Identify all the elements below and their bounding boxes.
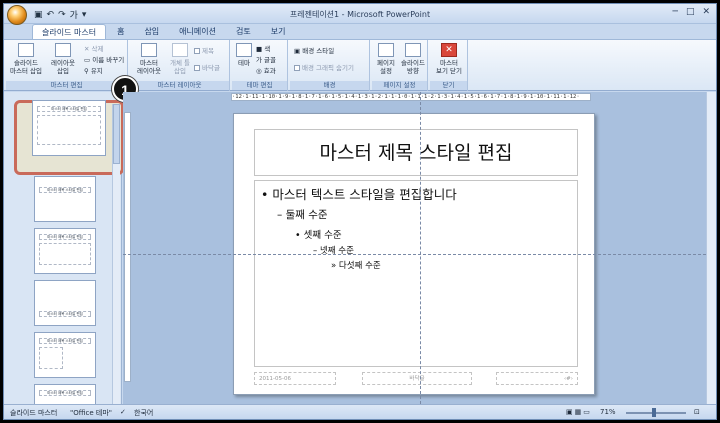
zoom-slider[interactable] <box>626 412 686 414</box>
horizontal-guide[interactable] <box>123 254 716 255</box>
group-label: 마스터 편집 <box>6 81 127 90</box>
ribbon-tabs: 슬라이드 마스터 홈 삽입 애니메이션 검토 보기 <box>32 24 294 40</box>
insert-layout-button[interactable]: 레이아웃 삽입 <box>48 43 78 75</box>
ribbon: 슬라이드 마스터 삽입 레이아웃 삽입 ✕ 삭제 ▭ 이름 바꾸기 ⚲ 유지 마… <box>4 39 716 91</box>
master-layout-button[interactable]: 마스터 레이아웃 <box>134 43 164 75</box>
thumbnail-title: 마스터 제목 스타일 편집 <box>39 338 91 344</box>
horizontal-ruler: ·12·1·11·1·10·1·9·1·8·1·7·1·6·1·5·1·4·1·… <box>231 93 591 101</box>
slide-master-thumbnail[interactable]: 마스터 제목 스타일 편집 <box>32 100 106 156</box>
fit-slide-icon[interactable]: ⊡ <box>694 408 700 416</box>
status-bar: 슬라이드 마스터 "Office 테마" ✓ 한국어 ▣▦▭ 71% ⊡ <box>4 404 716 419</box>
insert-placeholder-button[interactable]: 개체 틀 삽입 <box>166 43 194 75</box>
date-placeholder[interactable]: 2011-05-06 <box>254 372 336 385</box>
editor-scrollbar[interactable] <box>706 92 716 404</box>
page-setup-button[interactable]: 페이지 설정 <box>374 43 398 75</box>
slide-master-icon <box>18 43 34 57</box>
vertical-guide[interactable] <box>420 92 421 404</box>
footer-placeholder[interactable]: 바닥글 <box>362 372 472 385</box>
master-layout-icon <box>141 43 157 57</box>
placeholder-icon <box>172 43 188 57</box>
minimize-icon[interactable]: ─ <box>673 7 678 17</box>
slide-editing-area: ·12·1·11·1·10·1·9·1·8·1·7·1·6·1·5·1·4·1·… <box>123 92 716 404</box>
tab-slide-master[interactable]: 슬라이드 마스터 <box>32 24 107 40</box>
text-level-2: – 둘째 수준 <box>277 209 328 221</box>
layout-thumbnail[interactable]: 마스터 제목 스타일 편집 <box>34 332 96 378</box>
delete-button[interactable]: ✕ 삭제 <box>84 43 103 53</box>
slide-number-placeholder[interactable]: ‹#› <box>496 372 578 385</box>
insert-slide-master-button[interactable]: 슬라이드 마스터 삽입 <box>8 43 44 75</box>
tab-animations[interactable]: 애니메이션 <box>170 24 225 40</box>
thumbnail-scrollbar[interactable] <box>112 104 120 404</box>
group-master-layout: 마스터 레이아웃 개체 틀 삽입 제목 바닥글 마스터 레이아웃 <box>130 40 230 91</box>
language: 한국어 <box>134 409 154 417</box>
scroll-thumb[interactable] <box>113 104 120 164</box>
window-controls: ─ □ ✕ <box>673 7 710 17</box>
title-placeholder[interactable]: 마스터 제목 스타일 편집 <box>254 129 578 176</box>
zoom-slider-handle[interactable] <box>652 408 656 417</box>
group-close: ✕ 마스터 보기 닫기 닫기 <box>430 40 468 91</box>
slide-orientation-button[interactable]: 슬라이드 방향 <box>399 43 427 75</box>
tab-home[interactable]: 홈 <box>108 24 133 40</box>
fonts-button[interactable]: 가 글꼴 <box>256 54 276 64</box>
group-page-setup: 페이지 설정 슬라이드 방향 페이지 설정 <box>372 40 428 91</box>
theme-icon <box>236 43 252 57</box>
footer-checkbox[interactable]: 바닥글 <box>194 62 220 72</box>
rename-button[interactable]: ▭ 이름 바꾸기 <box>84 54 124 64</box>
effects-button[interactable]: ◎ 효과 <box>256 65 276 75</box>
group-background: ▣ 배경 스타일 배경 그래픽 숨기기 배경 <box>290 40 370 91</box>
background-styles-button[interactable]: ▣ 배경 스타일 <box>294 45 334 55</box>
thumbnail-title: 마스터 제목 스타일 편집 <box>39 234 91 240</box>
tab-view[interactable]: 보기 <box>262 24 295 40</box>
thumbnail-body <box>39 243 91 265</box>
thumbnail-body <box>37 115 101 145</box>
view-name: 슬라이드 마스터 <box>10 409 58 417</box>
group-label: 마스터 레이아웃 <box>130 81 229 90</box>
text-level-3: • 셋째 수준 <box>295 230 342 241</box>
vertical-ruler <box>124 112 131 382</box>
powerpoint-window: ▣ ↶ ↷ 가 ▾ 프레젠테이션1 - Microsoft PowerPoint… <box>3 3 717 420</box>
thumbnail-body <box>39 347 63 369</box>
title-bar: ▣ ↶ ↷ 가 ▾ 프레젠테이션1 - Microsoft PowerPoint… <box>4 4 716 25</box>
page-setup-icon <box>378 43 394 57</box>
theme-name: "Office 테마" <box>70 409 112 417</box>
slide-thumbnail-panel: 마스터 제목 스타일 편집 마스터 제목 스타일 편집 마스터 제목 스타일 편… <box>4 92 124 419</box>
thumbnail-title: 마스터 제목 스타일 편집 <box>37 106 101 112</box>
colors-button[interactable]: ■ 색 <box>256 43 270 53</box>
layout-thumbnail[interactable]: 마스터 제목 스타일 편집 <box>34 228 96 274</box>
maximize-icon[interactable]: □ <box>686 7 695 17</box>
group-edit-theme: 테마 ■ 색 가 글꼴 ◎ 효과 테마 편집 <box>232 40 288 91</box>
theme-button[interactable]: 테마 <box>234 43 254 67</box>
body-placeholder[interactable]: • 마스터 텍스트 스타일을 편집합니다 – 둘째 수준 • 셋째 수준 – 넷… <box>254 180 578 367</box>
close-icon[interactable]: ✕ <box>702 7 710 17</box>
zoom-level[interactable]: 71% <box>600 408 616 416</box>
layout-thumbnail[interactable]: 마스터 제목 스타일 편집 <box>34 280 96 326</box>
group-label: 닫기 <box>430 81 467 90</box>
text-level-5: » 다섯째 수준 <box>331 261 381 271</box>
orientation-icon <box>405 43 421 57</box>
tab-review[interactable]: 검토 <box>227 24 260 40</box>
layout-thumbnail[interactable]: 마스터 제목 스타일 편집 <box>34 176 96 222</box>
group-edit-master: 슬라이드 마스터 삽입 레이아웃 삽입 ✕ 삭제 ▭ 이름 바꾸기 ⚲ 유지 마… <box>6 40 128 91</box>
group-label: 배경 <box>290 81 369 90</box>
thumbnail-title: 마스터 제목 스타일 편집 <box>39 187 91 193</box>
spellcheck-icon[interactable]: ✓ <box>120 408 126 416</box>
thumbnail-title: 마스터 제목 스타일 편집 <box>39 311 91 317</box>
preserve-button[interactable]: ⚲ 유지 <box>84 65 103 75</box>
group-label: 테마 편집 <box>232 81 287 90</box>
text-level-1: • 마스터 텍스트 스타일을 편집합니다 <box>261 187 457 202</box>
tab-insert[interactable]: 삽입 <box>135 24 168 40</box>
thumbnail-title: 마스터 제목 스타일 편집 <box>39 390 91 396</box>
layout-icon <box>55 43 71 57</box>
title-checkbox[interactable]: 제목 <box>194 45 214 55</box>
window-title: 프레젠테이션1 - Microsoft PowerPoint <box>289 10 431 19</box>
group-label: 페이지 설정 <box>372 81 427 90</box>
view-buttons[interactable]: ▣▦▭ <box>566 408 592 416</box>
hide-background-checkbox[interactable]: 배경 그래픽 숨기기 <box>294 62 354 72</box>
close-master-view-button[interactable]: ✕ 마스터 보기 닫기 <box>432 43 466 75</box>
close-master-icon: ✕ <box>441 43 457 57</box>
